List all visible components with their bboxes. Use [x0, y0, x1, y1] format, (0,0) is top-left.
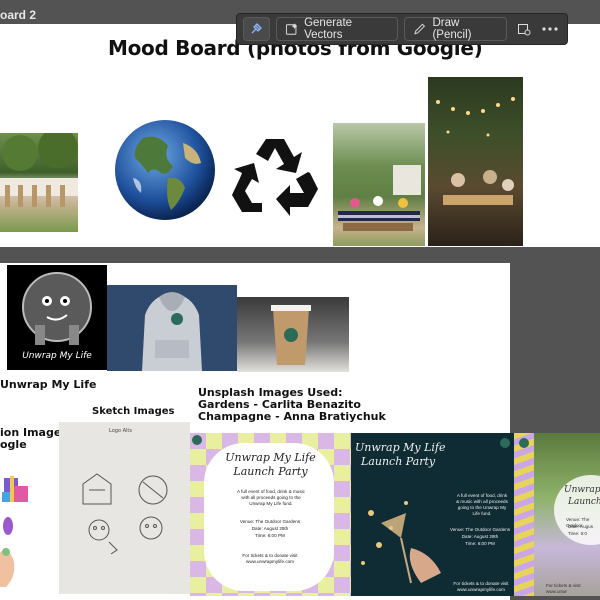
- image-settings-button[interactable]: [513, 18, 534, 40]
- wavy-stripe-strip[interactable]: [514, 433, 534, 596]
- strip-logo-icon: [519, 438, 529, 448]
- generate-vectors-icon: [285, 23, 298, 35]
- invite1-title-line2: Launch Party: [233, 465, 308, 478]
- garden-table-photo[interactable]: [0, 133, 78, 232]
- sketch-header: Logo Alts: [109, 428, 132, 434]
- launch-party-invite-garden[interactable]: Unwrap Launch Venue: The Outdoor Date: A…: [534, 433, 600, 596]
- recycle-symbol-image[interactable]: [230, 135, 320, 220]
- earth-globe-image[interactable]: [113, 118, 217, 222]
- invite2-time: Time: 6:00 PM: [465, 541, 495, 546]
- invite1-venue: Venue: The Outdoor Gardens: [239, 519, 301, 524]
- invite1-body: A full event of food, drink & music with…: [237, 489, 305, 506]
- contextual-taskbar: Generate Vectors Draw (Pencil): [236, 13, 568, 45]
- generate-vectors-button[interactable]: Generate Vectors: [275, 17, 399, 41]
- pin-button[interactable]: [243, 17, 270, 41]
- invite3-title-line2: Launch: [568, 497, 600, 507]
- logo-caption: Unwrap My Life: [22, 351, 92, 361]
- invite2-date: Date: August 29th: [461, 534, 499, 539]
- invite1-logo-icon: [190, 433, 204, 451]
- invite1-time: Time: 6:00 PM: [255, 533, 285, 538]
- sketch-images-label: Sketch Images: [92, 406, 175, 417]
- invite1-tickets: For tickets & to donate visit www.unwrap…: [242, 553, 298, 564]
- generate-vectors-label: Generate Vectors: [304, 17, 353, 41]
- invite2-tickets: For tickets & to donate visit www.unwrap…: [453, 581, 509, 592]
- invite2-body: A full event of food, drink & music with…: [456, 493, 508, 516]
- invite3-time: Time: 6:0: [568, 531, 587, 536]
- invite3-tickets: For tickets & visit www.unwr: [546, 583, 581, 594]
- gifts-illustration-image[interactable]: [0, 458, 30, 506]
- garden-party-photo[interactable]: [333, 123, 425, 246]
- draw-pencil-button[interactable]: Draw (Pencil): [404, 17, 508, 41]
- launch-party-invite-champagne[interactable]: Unwrap My Life Launch Party A full event…: [351, 433, 514, 596]
- invite3-date: Date: Augus: [568, 524, 594, 529]
- draw-pencil-label: Draw (Pencil): [432, 17, 472, 41]
- invite1-date: Date: August 29th: [251, 526, 289, 531]
- pin-icon: [251, 23, 263, 34]
- illustration-images-label-2: ogle: [0, 438, 27, 451]
- unwrap-logo-image[interactable]: Unwrap My Life: [7, 265, 107, 370]
- coffee-cup-mockup-image[interactable]: [237, 297, 349, 372]
- more-options-button[interactable]: [540, 18, 561, 40]
- pencil-icon: [414, 23, 426, 35]
- unwrap-my-life-label: Unwrap My Life: [0, 378, 97, 391]
- unsplash-credit-champagne: Champagne - Anna Bratiychuk: [198, 410, 386, 423]
- more-icon: [542, 27, 559, 31]
- invite3-title-line1: Unwrap: [564, 485, 600, 495]
- invite2-venue: Venue: The Outdoor Gardens: [449, 527, 511, 532]
- image-settings-icon: [517, 24, 531, 36]
- artboard-name[interactable]: oard 2: [0, 8, 36, 22]
- hoodie-mockup-image[interactable]: [107, 285, 237, 371]
- evening-dinner-photo[interactable]: [428, 77, 523, 246]
- sketch-paper-image[interactable]: Logo Alts: [59, 422, 190, 594]
- launch-party-invite-checkered[interactable]: Unwrap My Life Launch Party A full event…: [190, 433, 351, 596]
- hands-illustration-image[interactable]: [0, 512, 22, 592]
- invite1-title-line1: Unwrap My Life: [225, 451, 316, 464]
